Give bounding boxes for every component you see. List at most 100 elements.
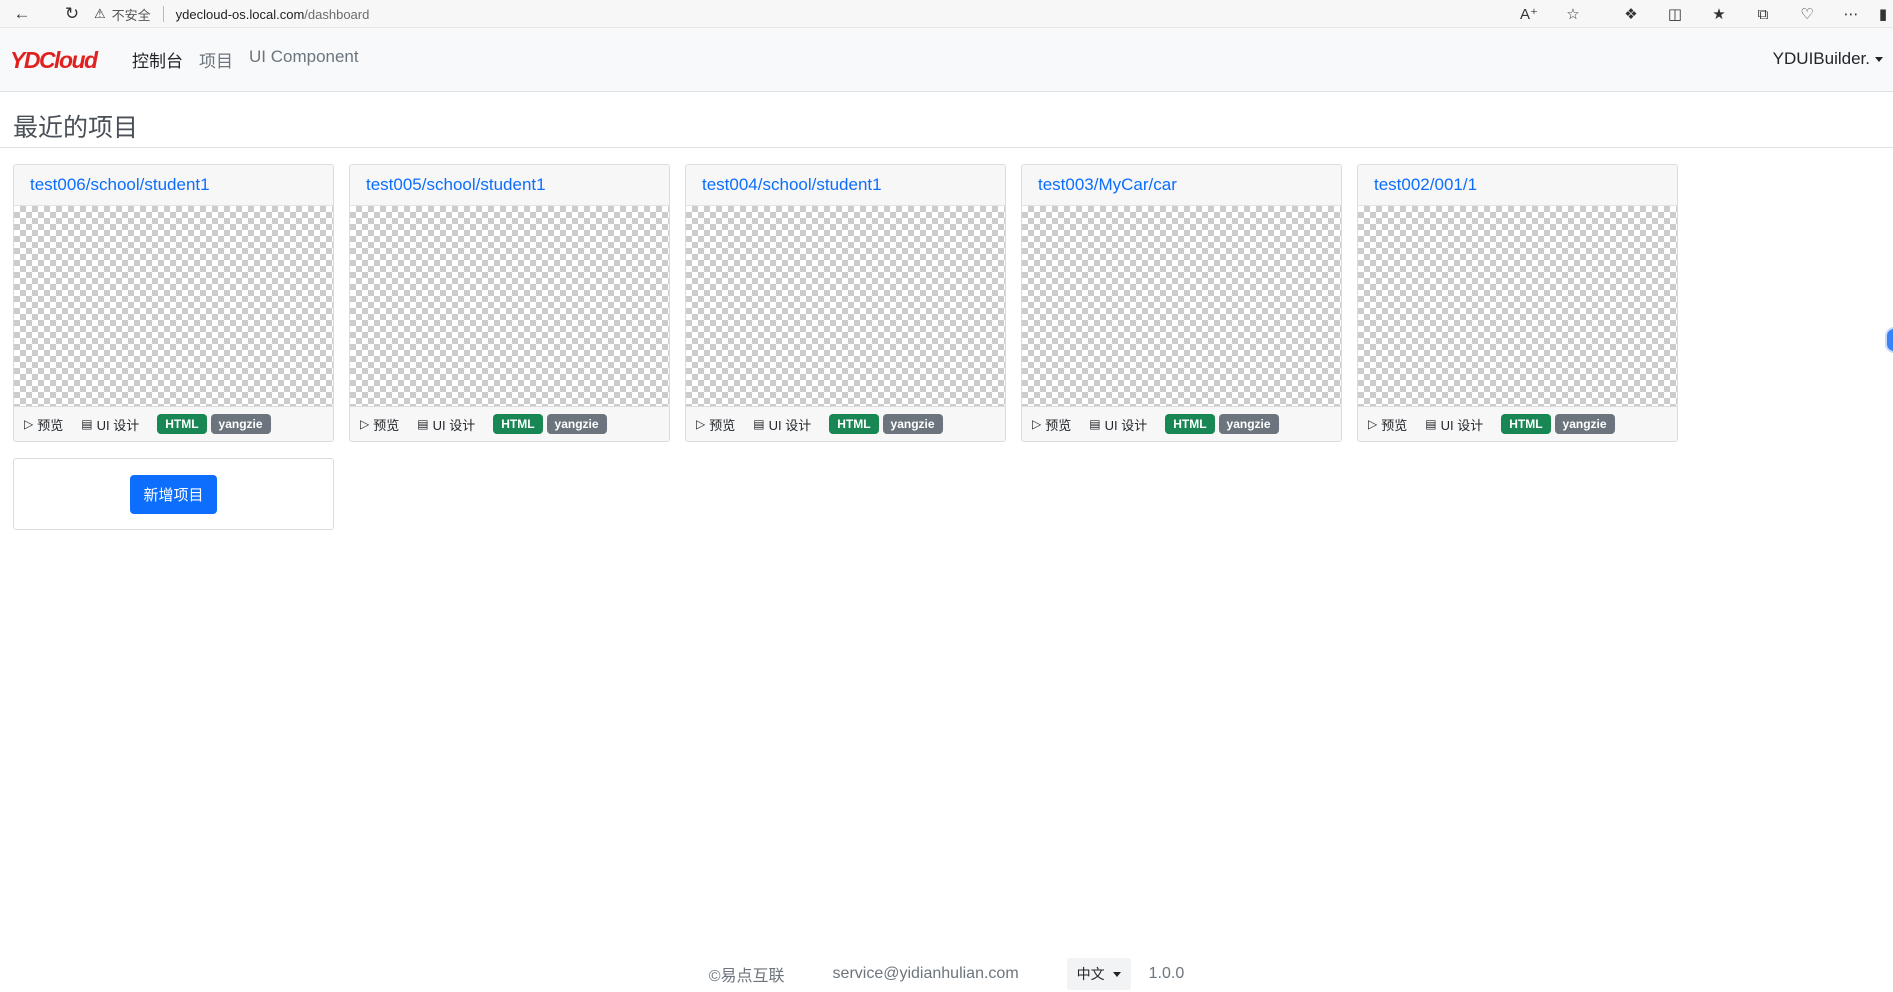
back-arrow-icon[interactable]: ← (8, 0, 36, 28)
preview-action[interactable]: ▷ 预览 (360, 415, 399, 434)
favorite-star-icon[interactable]: ☆ (1551, 0, 1595, 28)
project-card: test006/school/student1 ▷ 预览 ▤ UI 设计 HTML … (13, 164, 334, 442)
project-title-link[interactable]: test006/school/student1 (30, 175, 210, 195)
play-circle-icon: ▷ (1032, 417, 1042, 431)
svg-text:YDCloud: YDCloud (10, 47, 99, 73)
ui-design-label: UI 设计 (432, 417, 476, 433)
type-badge: HTML (829, 414, 879, 434)
card-header: test005/school/student1 (350, 165, 669, 206)
card-header: test003/MyCar/car (1022, 165, 1341, 206)
preview-action[interactable]: ▷ 预览 (696, 415, 735, 434)
main-nav: 控制台 项目 UI Component (132, 47, 375, 72)
browser-actions: A⁺ ☆ ❖ ◫ ★ ⧉ ♡ ⋯ ▮ (1507, 0, 1893, 28)
project-thumbnail[interactable] (686, 206, 1005, 407)
ui-design-label: UI 设计 (96, 417, 140, 433)
collections-icon[interactable]: ⧉ (1741, 0, 1785, 28)
owner-badge: yangzie (1554, 414, 1615, 434)
project-thumbnail[interactable] (1022, 206, 1341, 407)
reload-icon[interactable]: ↻ (58, 0, 86, 28)
card-header: test006/school/student1 (14, 165, 333, 206)
preview-label: 预览 (37, 417, 64, 433)
card-footer: ▷ 预览 ▤ UI 设计 HTML yangzie (686, 407, 1005, 441)
project-card-list: test006/school/student1 ▷ 预览 ▤ UI 设计 HTML … (13, 164, 1693, 442)
contact-email: service@yidianhulian.com (832, 965, 1019, 982)
page-footer: ©易点互联 service@yidianhulian.com 中文 1.0.0 (0, 958, 1893, 990)
project-card: test005/school/student1 ▷ 预览 ▤ UI 设计 HTML … (349, 164, 670, 442)
card-header: test004/school/student1 (686, 165, 1005, 206)
play-circle-icon: ▷ (360, 417, 370, 431)
type-badge: HTML (1165, 414, 1215, 434)
project-title-link[interactable]: test005/school/student1 (366, 175, 546, 195)
layout-icon: ▤ (417, 417, 429, 431)
url-host: ydecloud-os.local.com (175, 6, 305, 22)
ydcloud-logo-icon: YDCloud (10, 47, 101, 73)
read-aloud-icon[interactable]: A⁺ (1507, 0, 1551, 28)
project-card: test003/MyCar/car ▷ 预览 ▤ UI 设计 HTML yangzi… (1021, 164, 1342, 442)
language-label: 中文 (1076, 966, 1105, 982)
extensions-icon[interactable]: ❖ (1609, 0, 1653, 28)
layout-icon: ▤ (1089, 417, 1101, 431)
card-footer: ▷ 预览 ▤ UI 设计 HTML yangzie (1022, 407, 1341, 441)
add-project-card: 新增项目 (13, 458, 334, 530)
version-text: 1.0.0 (1148, 965, 1185, 982)
nav-link-ui-component[interactable]: UI Component (249, 47, 359, 72)
project-title-link[interactable]: test004/school/student1 (702, 175, 882, 195)
project-title-link[interactable]: test003/MyCar/car (1038, 175, 1177, 195)
add-project-button[interactable]: 新增项目 (130, 474, 217, 514)
preview-label: 预览 (373, 417, 400, 433)
layout-icon: ▤ (753, 417, 765, 431)
preview-label: 预览 (709, 417, 736, 433)
ui-design-label: UI 设计 (768, 417, 812, 433)
preview-action[interactable]: ▷ 预览 (1368, 415, 1407, 434)
project-thumbnail[interactable] (14, 206, 333, 407)
ui-design-action[interactable]: ▤ UI 设计 (753, 415, 811, 434)
project-card: test004/school/student1 ▷ 预览 ▤ UI 设计 HTML … (685, 164, 1006, 442)
preview-action[interactable]: ▷ 预览 (1032, 415, 1071, 434)
more-menu-icon[interactable]: ⋯ (1829, 0, 1873, 28)
owner-badge: yangzie (546, 414, 607, 434)
user-name: YDUIBuilder. (1772, 49, 1870, 68)
ui-design-action[interactable]: ▤ UI 设计 (81, 415, 139, 434)
owner-badge: yangzie (882, 414, 943, 434)
browser-toolbar: ← ↻ ⚠ 不安全 ydecloud-os.local.com /dashboa… (0, 0, 1893, 28)
brand-logo[interactable]: YDCloud (10, 46, 110, 74)
project-title-link[interactable]: test002/001/1 (1374, 175, 1477, 195)
floating-assistant-icon[interactable] (1885, 327, 1893, 353)
project-card: test002/001/1 ▷ 预览 ▤ UI 设计 HTML yangzie (1357, 164, 1678, 442)
nav-link-dashboard[interactable]: 控制台 (132, 47, 183, 72)
app-navbar: YDCloud 控制台 项目 UI Component YDUIBuilder. (0, 28, 1893, 92)
browser-essentials-icon[interactable]: ♡ (1785, 0, 1829, 28)
play-circle-icon: ▷ (24, 417, 34, 431)
split-screen-icon[interactable]: ◫ (1653, 0, 1697, 28)
play-circle-icon: ▷ (1368, 417, 1378, 431)
preview-label: 预览 (1381, 417, 1408, 433)
play-circle-icon: ▷ (696, 417, 706, 431)
address-bar[interactable]: ⚠ 不安全 ydecloud-os.local.com /dashboard (94, 2, 1594, 26)
owner-badge: yangzie (1218, 414, 1279, 434)
ui-design-action[interactable]: ▤ UI 设计 (1425, 415, 1483, 434)
favorites-icon[interactable]: ★ (1697, 0, 1741, 28)
preview-action[interactable]: ▷ 预览 (24, 415, 63, 434)
warning-icon: ⚠ (94, 6, 106, 21)
title-divider (0, 147, 1893, 148)
copyright-text: ©易点互联 (708, 968, 785, 985)
ui-design-action[interactable]: ▤ UI 设计 (417, 415, 475, 434)
type-badge: HTML (1501, 414, 1551, 434)
sidebar-toggle-icon[interactable]: ▮ (1873, 0, 1893, 28)
project-thumbnail[interactable] (1358, 206, 1677, 407)
ui-design-label: UI 设计 (1440, 417, 1484, 433)
ui-design-label: UI 设计 (1104, 417, 1148, 433)
user-menu-dropdown[interactable]: YDUIBuilder. (1773, 49, 1883, 69)
card-footer: ▷ 预览 ▤ UI 设计 HTML yangzie (350, 407, 669, 441)
address-divider (162, 6, 164, 22)
card-footer: ▷ 预览 ▤ UI 设计 HTML yangzie (14, 407, 333, 441)
language-dropdown[interactable]: 中文 (1066, 958, 1131, 990)
owner-badge: yangzie (210, 414, 271, 434)
project-thumbnail[interactable] (350, 206, 669, 407)
card-footer: ▷ 预览 ▤ UI 设计 HTML yangzie (1358, 407, 1677, 441)
ui-design-action[interactable]: ▤ UI 设计 (1089, 415, 1147, 434)
nav-link-projects[interactable]: 项目 (199, 47, 233, 72)
caret-down-icon (1112, 971, 1121, 977)
preview-label: 预览 (1045, 417, 1072, 433)
type-badge: HTML (157, 414, 207, 434)
